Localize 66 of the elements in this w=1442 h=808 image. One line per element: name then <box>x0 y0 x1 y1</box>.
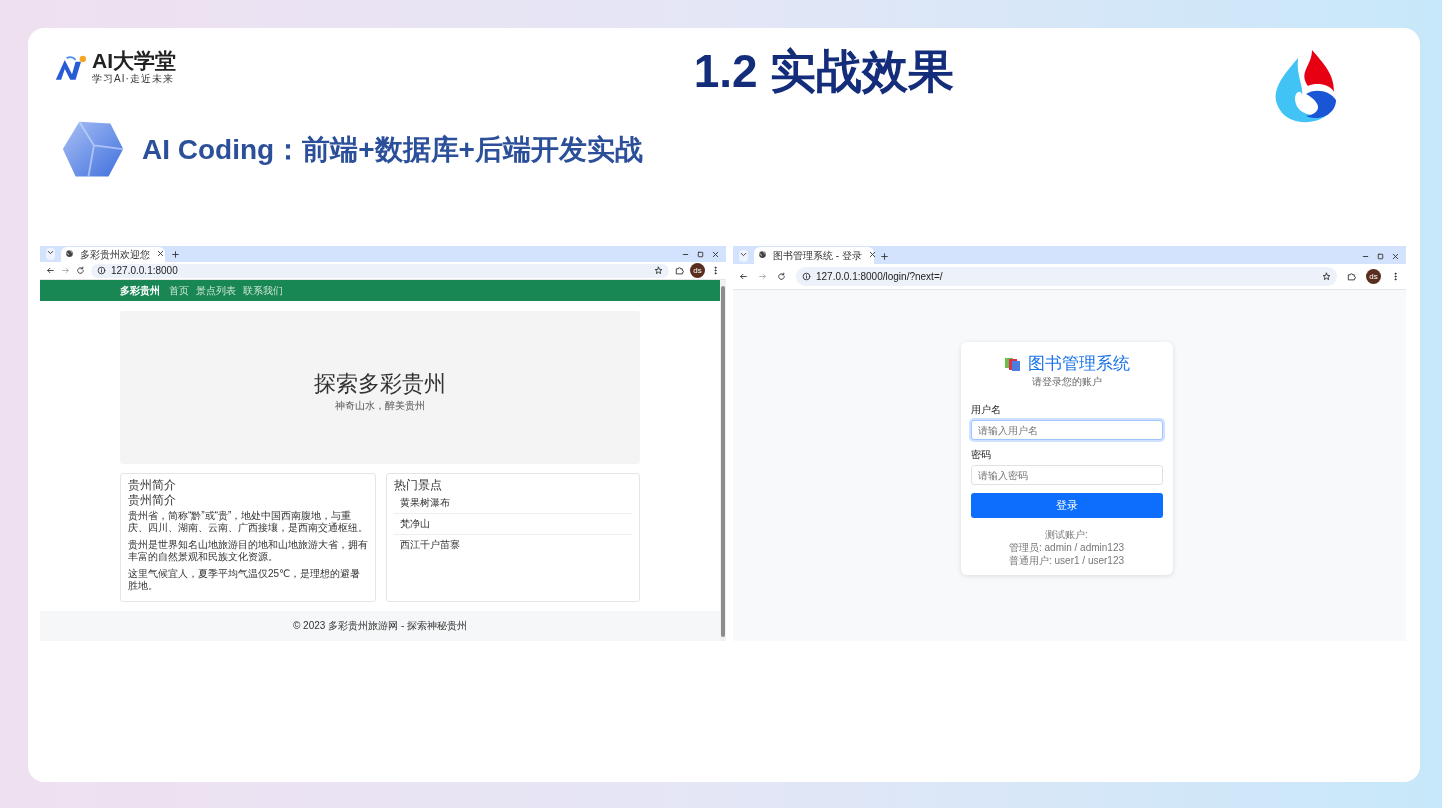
close-icon[interactable] <box>867 249 877 259</box>
books-icon <box>1003 355 1022 372</box>
dropdown-icon[interactable] <box>739 250 748 259</box>
url-text: 127.0.0.1:8000/login/?next=/ <box>816 271 943 282</box>
input-field[interactable]: 请输入用户名 <box>970 420 1163 440</box>
globe-icon <box>758 249 767 259</box>
profile-avatar[interactable]: ds <box>1366 269 1381 284</box>
login-button[interactable]: 登录 <box>970 493 1163 518</box>
back-icon[interactable] <box>739 272 748 281</box>
slide-title: 1.2 实战效果 <box>692 46 956 96</box>
maximize-icon[interactable] <box>696 250 705 259</box>
paragraph: 贵州省，简称“黔”或“贵”，地处中国西南腹地，与重庆、四川、湖南、云南、广西接壤，是西南交通枢纽。 <box>128 510 368 534</box>
star-icon[interactable] <box>654 266 663 275</box>
menu-icon[interactable] <box>711 266 720 275</box>
slide-subtitle: AI Coding：前端+数据库+后端开发实战 <box>142 133 643 167</box>
reload-icon[interactable] <box>76 266 85 275</box>
login-subtitle: 请登录您的账户 <box>1030 375 1103 389</box>
back-icon[interactable] <box>46 266 55 275</box>
profile-avatar[interactable]: ds <box>690 263 705 278</box>
site-brand[interactable]: 多彩贵州 <box>120 283 160 298</box>
info-icon <box>97 266 106 275</box>
extensions-icon[interactable] <box>1347 272 1356 281</box>
footer-text: © 2023 多彩贵州旅游网 - 探索神秘贵州 <box>292 619 468 633</box>
card-title: 热门景点 <box>394 478 443 493</box>
reload-icon[interactable] <box>777 272 786 281</box>
hero-title: 探索多彩贵州 <box>314 369 446 398</box>
hint-title: 测试账户: <box>1044 528 1089 541</box>
globe-icon <box>65 248 74 258</box>
card-title: 贵州简介 <box>128 478 177 493</box>
paragraph: 这里气候宜人，夏季平均气温仅25℃，是理想的避暑胜地。 <box>128 568 362 592</box>
hero-subtitle: 神奇山水，醉美贵州 <box>335 398 425 413</box>
close-icon[interactable] <box>156 248 165 258</box>
address-bar[interactable]: 127.0.0.1:8000 <box>91 263 669 278</box>
new-tab-icon[interactable] <box>171 250 180 259</box>
menu-icon[interactable] <box>1391 272 1400 281</box>
logo-tagline: 学习AI·走近未来 <box>92 72 175 86</box>
url-text: 127.0.0.1:8000 <box>111 265 178 276</box>
info-icon <box>802 272 811 281</box>
star-icon[interactable] <box>1322 272 1331 281</box>
close-icon[interactable] <box>711 250 720 259</box>
nav-link[interactable]: 联系我们 <box>243 283 283 298</box>
nav-link[interactable]: 景点列表 <box>196 283 236 298</box>
nav-link[interactable]: 首页 <box>169 283 189 298</box>
new-tab-icon[interactable] <box>880 252 889 261</box>
list-item[interactable]: 黄果树瀑布 <box>394 493 632 514</box>
test-account: 管理员: admin / admin123 <box>1007 541 1126 554</box>
dropdown-icon[interactable] <box>46 248 55 257</box>
list-item[interactable]: 梵净山 <box>394 514 632 535</box>
extensions-icon[interactable] <box>675 266 684 275</box>
test-account: 普通用户: user1 / user123 <box>1007 554 1125 567</box>
field-label: 用户名 <box>970 403 1002 417</box>
address-bar[interactable]: 127.0.0.1:8000/login/?next=/ <box>796 267 1337 286</box>
login-title: 图书管理系统 <box>1027 353 1130 375</box>
input-field[interactable]: 请输入密码 <box>970 465 1163 485</box>
tab-title: 图书管理系统 - 登录 <box>773 248 862 263</box>
browser-tab[interactable]: 多彩贵州欢迎您 <box>61 247 165 262</box>
section-heading: 贵州简介 <box>128 493 177 508</box>
browser-tab[interactable]: 图书管理系统 - 登录 <box>754 247 874 264</box>
tab-title: 多彩贵州欢迎您 <box>80 247 150 262</box>
scrollbar[interactable] <box>720 280 726 641</box>
logo-name: AI大学堂 <box>92 50 176 72</box>
list-item[interactable]: 西江千户苗寨 <box>394 535 632 555</box>
maximize-icon[interactable] <box>1376 252 1385 261</box>
field-label: 密码 <box>970 448 992 462</box>
paragraph: 贵州是世界知名山地旅游目的地和山地旅游大省，拥有丰富的自然景观和民族文化资源。 <box>128 539 368 563</box>
close-icon[interactable] <box>1391 252 1400 261</box>
